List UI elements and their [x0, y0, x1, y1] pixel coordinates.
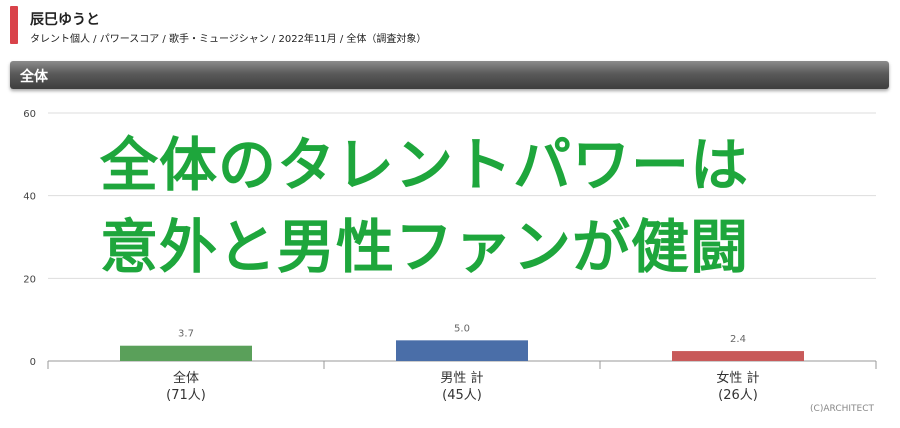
y-tick-label: 0	[30, 357, 36, 368]
bar-2	[396, 340, 528, 361]
overlay-caption-line1: 全体のタレントパワーは	[100, 131, 750, 199]
x-category-count: (45人)	[442, 388, 482, 403]
data-label: 3.7	[178, 329, 194, 340]
overlay-caption-line2: 意外と男性ファンが健闘	[100, 213, 750, 281]
x-category-label: 男性 計	[440, 370, 483, 386]
y-tick-label: 60	[23, 109, 36, 120]
y-tick-label: 20	[23, 274, 36, 285]
bar-1	[120, 345, 252, 361]
data-label: 5.0	[454, 323, 470, 334]
copyright-credit: (C)ARCHITECT	[810, 404, 874, 414]
x-category-count: (71人)	[166, 388, 206, 403]
data-label: 2.4	[730, 334, 746, 345]
y-tick-label: 40	[23, 192, 36, 203]
bar-3	[672, 351, 804, 361]
x-category-count: (26人)	[718, 388, 758, 403]
x-category-label: 女性 計	[716, 370, 759, 386]
x-category-label: 全体	[173, 370, 199, 386]
